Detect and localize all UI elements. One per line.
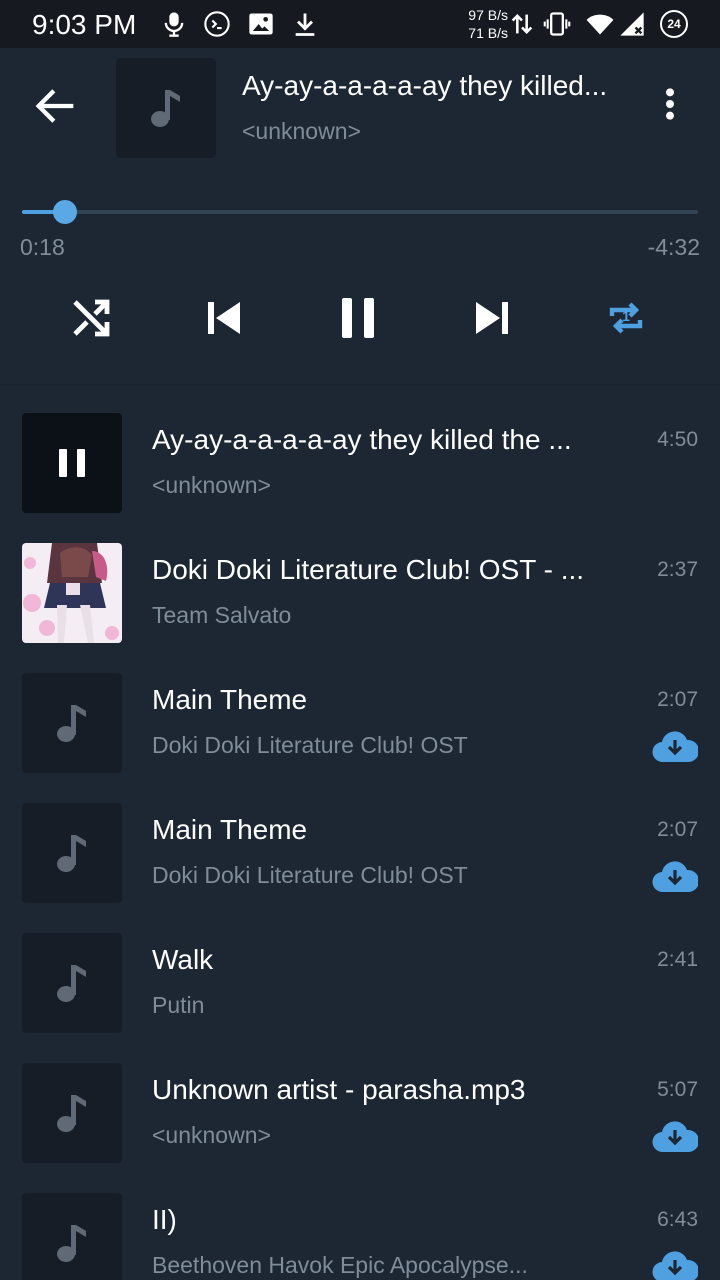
status-time: 9:03 PM xyxy=(32,9,137,40)
track-duration: 2:07 xyxy=(657,818,698,841)
track-title: Doki Doki Literature Club! OST - ... xyxy=(152,554,585,585)
track-duration: 4:50 xyxy=(657,428,698,451)
net-down-label: 71 B/s xyxy=(468,25,508,41)
mic-icon xyxy=(164,12,184,37)
music-note-icon xyxy=(57,1225,86,1262)
download-icon xyxy=(295,13,315,36)
terminal-icon xyxy=(204,11,230,37)
music-note-icon xyxy=(57,965,86,1002)
download-cloud-icon[interactable] xyxy=(652,1248,698,1280)
playlist-row[interactable]: Walk Putin 2:41 xyxy=(0,906,720,1036)
previous-track-icon[interactable] xyxy=(200,294,248,342)
track-artist: Putin xyxy=(152,992,205,1018)
track-duration: 2:37 xyxy=(657,558,698,581)
playlist-row[interactable]: II) Beethoven Havok Epic Apocalypse... 6:4… xyxy=(0,1166,720,1280)
signal-icon xyxy=(620,12,644,36)
track-title: Main Theme xyxy=(152,814,308,845)
album-cover-image xyxy=(22,543,122,643)
music-note-icon xyxy=(57,1095,86,1132)
playlist-row[interactable]: Ay-ay-a-a-a-a-ay they killed the ... <unk… xyxy=(0,386,720,516)
track-thumbnail xyxy=(22,543,122,643)
pause-icon[interactable] xyxy=(334,294,382,342)
elapsed-time: 0:18 xyxy=(20,234,65,260)
repeat-one-badge: 1 xyxy=(622,308,630,324)
track-duration: 6:43 xyxy=(657,1208,698,1231)
net-up-label: 97 B/s xyxy=(468,7,508,23)
download-cloud-icon[interactable] xyxy=(652,858,698,894)
album-art xyxy=(116,58,216,158)
playlist-row[interactable]: Unknown artist - parasha.mp3 <unknown> 5:0… xyxy=(0,1036,720,1166)
track-artist: Doki Doki Literature Club! OST xyxy=(152,862,468,888)
data-arrows-icon xyxy=(511,14,533,34)
music-note-icon xyxy=(57,705,86,742)
vibrate-icon xyxy=(543,12,571,36)
image-icon xyxy=(249,13,273,35)
track-title: Walk xyxy=(152,944,214,975)
network-speed: 97 B/s 71 B/s xyxy=(458,6,508,42)
seek-thumb[interactable] xyxy=(53,200,78,224)
track-artist: Team Salvato xyxy=(152,602,292,628)
track-title: II) xyxy=(152,1204,177,1235)
track-duration: 5:07 xyxy=(657,1078,698,1101)
track-title: Main Theme xyxy=(152,684,308,715)
track-thumbnail xyxy=(22,1193,122,1280)
track-thumbnail xyxy=(22,1063,122,1163)
player-header: Ay-ay-a-a-a-a-ay they killed... <unknown… xyxy=(0,48,720,384)
repeat-one-button[interactable]: 1 xyxy=(602,294,650,342)
playlist-row[interactable]: Main Theme Doki Doki Literature Club! OST… xyxy=(0,646,720,776)
track-thumbnail xyxy=(22,803,122,903)
battery-level: 24 xyxy=(667,17,681,31)
download-cloud-icon[interactable] xyxy=(652,728,698,764)
track-thumbnail xyxy=(22,933,122,1033)
playlist-row[interactable]: Doki Doki Literature Club! OST - ... Team… xyxy=(0,516,720,646)
more-options-icon[interactable] xyxy=(650,84,690,124)
shuffle-icon[interactable] xyxy=(67,294,115,342)
pause-icon xyxy=(59,449,85,477)
track-title: Unknown artist - parasha.mp3 xyxy=(152,1074,526,1105)
track-duration: 2:41 xyxy=(657,948,698,971)
download-cloud-icon[interactable] xyxy=(652,1118,698,1154)
now-playing-artist: <unknown> xyxy=(242,118,361,144)
back-arrow-icon[interactable] xyxy=(30,80,82,132)
remaining-time: -4:32 xyxy=(647,234,700,260)
music-note-icon xyxy=(151,90,180,127)
wifi-icon xyxy=(586,14,614,35)
track-title: Ay-ay-a-a-a-a-ay they killed the ... xyxy=(152,424,572,455)
track-artist: <unknown> xyxy=(152,472,271,498)
seek-bar[interactable] xyxy=(22,200,698,224)
track-artist: Beethoven Havok Epic Apocalypse... xyxy=(152,1252,528,1278)
track-duration: 2:07 xyxy=(657,688,698,711)
next-track-icon[interactable] xyxy=(468,294,516,342)
music-note-icon xyxy=(57,835,86,872)
now-playing-title: Ay-ay-a-a-a-a-ay they killed... xyxy=(242,70,608,101)
track-artist: Doki Doki Literature Club! OST xyxy=(152,732,468,758)
track-artist: <unknown> xyxy=(152,1122,271,1148)
track-thumbnail xyxy=(22,413,122,513)
playlist-row[interactable]: Main Theme Doki Doki Literature Club! OST… xyxy=(0,776,720,906)
track-thumbnail xyxy=(22,673,122,773)
status-bar: 9:03 PM 97 B/s 71 B/s 24 xyxy=(0,0,720,48)
battery-icon: 24 xyxy=(660,10,688,38)
